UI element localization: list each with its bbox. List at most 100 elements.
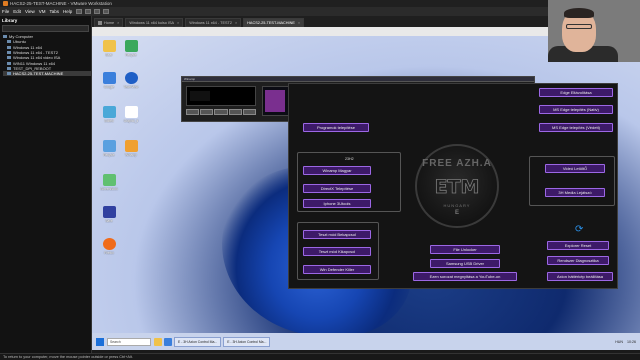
desktop-icon[interactable]: Save <box>96 206 122 223</box>
win-defender-killer-button[interactable]: Win Defender Killer <box>303 265 371 274</box>
computer-icon <box>3 35 7 39</box>
tab-home[interactable]: Home × <box>94 18 124 27</box>
desktop-icon-label: Graphic_ti <box>123 119 139 123</box>
vm-icon <box>7 45 11 49</box>
webcam-person-glasses <box>566 24 592 29</box>
logo-country-text: HUNGARY <box>443 203 471 208</box>
tree-item-label: WIN11 Windows 11 x64 <box>13 60 56 66</box>
desktop-icon-label: Recycle <box>103 153 115 157</box>
open-youtube-series-button[interactable]: Ezen sorozat megnyitása a YouTube-on <box>413 272 517 281</box>
tree-item-label: HACS2-25-TEST-MACHINE <box>13 71 64 77</box>
desktop-icon-label: Recycle <box>125 53 137 57</box>
menu-view[interactable]: View <box>25 9 35 14</box>
vm-icon <box>7 66 11 70</box>
directx-install-button[interactable]: DirectX Telepítése <box>303 184 371 193</box>
library-tree: My Computer Ubuntu Windows 11 x64 Window… <box>0 34 91 77</box>
chrome-icon <box>102 72 116 84</box>
menu-vm[interactable]: VM <box>39 9 46 14</box>
desktop-icon[interactable]: Recycle <box>118 40 144 57</box>
webcam-overlay <box>548 0 640 62</box>
guest-taskbar: Search E - 3H Axion Control Ma... E - 3H… <box>92 333 640 350</box>
menu-file[interactable]: File <box>2 9 9 14</box>
desktop-icon-label: Firefox <box>104 251 114 255</box>
video-downloader-button[interactable]: Videó LetöltŐ <box>545 164 605 173</box>
vm-icon <box>7 40 11 44</box>
snapshot-icon[interactable] <box>85 9 92 14</box>
taskbar-search-input[interactable]: Search <box>107 337 151 346</box>
samsung-usb-driver-button[interactable]: Samsung USB Driver <box>430 259 500 268</box>
play-icon[interactable] <box>200 109 214 115</box>
tree-item-label: My Computer <box>9 34 34 40</box>
winamp-controls <box>186 109 257 115</box>
tab-vm[interactable]: Windows 11 x64 - TEST2 × <box>185 18 242 27</box>
desktop-icon[interactable]: TeamView <box>118 72 144 89</box>
desktop-icon-label: Bear <box>105 53 113 57</box>
power-icon[interactable] <box>76 9 83 14</box>
revert-icon[interactable] <box>94 9 101 14</box>
menu-edit[interactable]: Edit <box>13 9 21 14</box>
pause-icon[interactable] <box>214 109 228 115</box>
close-icon[interactable]: × <box>298 21 300 25</box>
desktop-icon-label: Edited <box>104 119 114 123</box>
firefox-icon <box>102 238 116 250</box>
programs-install-button[interactable]: Programok telepítése <box>303 123 369 132</box>
logo-main-text: ETM <box>434 176 480 199</box>
winamp-hungarian-button[interactable]: Winamp Magyar <box>303 166 371 175</box>
winamp-display <box>186 86 256 106</box>
system-diagnostics-button[interactable]: Rendszer Diagnosztika <box>547 256 609 265</box>
close-icon[interactable]: × <box>177 21 179 25</box>
window-title: HACS2-25-TEST-MACHINE - VMware Workstati… <box>10 1 112 6</box>
tab-label: Windows 11 x64 kulso ISA <box>129 20 175 25</box>
home-icon <box>98 20 102 25</box>
winamp-titlebar[interactable]: Winamp <box>182 77 534 82</box>
tab-vm-active[interactable]: HACS2-25-TEST-MACHINE × <box>243 18 305 27</box>
tab-label: Home <box>104 20 115 25</box>
logo-sub-text: E <box>454 210 459 216</box>
app-icon <box>102 174 116 186</box>
language-indicator[interactable]: HUN <box>615 340 623 344</box>
album-art <box>265 90 285 112</box>
iphone-3utools-button[interactable]: Iphone 3Utools <box>303 199 371 208</box>
desktop-icon[interactable]: ScreenBook <box>96 174 122 191</box>
desktop-icon[interactable]: Firefox <box>96 238 122 255</box>
explorer-reset-button[interactable]: Explorer Reset <box>547 241 609 250</box>
taskbar-task[interactable]: E - 3H Axion Control Ma... <box>223 336 271 347</box>
edge-install-protected-button[interactable]: MS Edge telepítés (Védett) <box>539 123 613 132</box>
teamviewer-icon <box>124 72 138 84</box>
vm-icon <box>7 51 11 55</box>
axion-wallpaper-button[interactable]: Axion háttérkép beállítása <box>547 272 613 281</box>
close-icon[interactable]: × <box>117 21 119 25</box>
save-icon <box>102 206 116 218</box>
desktop-icon[interactable]: Graphic_ti <box>118 106 144 123</box>
menu-bar: File Edit View VM Tabs Help <box>0 7 640 16</box>
file-unlocker-button[interactable]: File Unlocker <box>430 245 500 254</box>
winamp-icon <box>124 140 138 152</box>
tab-vm[interactable]: Windows 11 x64 kulso ISA × <box>125 18 184 27</box>
windows-start-icon[interactable] <box>96 337 104 346</box>
visualizer-scope <box>190 91 210 101</box>
vmware-logo-icon <box>3 1 8 6</box>
menu-tabs[interactable]: Tabs <box>49 9 59 14</box>
edge-install-native-button[interactable]: MS Edge telepítés (Natív) <box>539 105 613 114</box>
file-explorer-icon[interactable] <box>154 337 162 346</box>
library-panel: Library My Computer Ubuntu Windows 11 x6… <box>0 16 92 353</box>
tree-item-vm-selected[interactable]: HACS2-25-TEST-MACHINE <box>3 71 91 77</box>
previous-icon[interactable] <box>186 109 200 115</box>
library-search-input[interactable] <box>2 25 89 32</box>
etm-logo: FREE AZH.A ETM HUNGARY E <box>415 144 499 228</box>
taskbar-task[interactable]: E - 3H Axion Control Ma... <box>174 336 222 347</box>
fullscreen-icon[interactable] <box>103 9 110 14</box>
close-icon[interactable]: × <box>235 21 237 25</box>
system-tray: HUN 10:26 <box>615 340 636 344</box>
tree-item-label: Windows 11 x64 <box>13 44 43 50</box>
test-mode-on-button[interactable]: Teszt mód Bekapcsol <box>303 230 371 239</box>
media-player-button[interactable]: 3H Media Lejátszó <box>545 188 605 197</box>
edge-remove-button[interactable]: Edge Eltávolítása <box>539 88 613 97</box>
edge-icon[interactable] <box>164 337 172 346</box>
next-icon[interactable] <box>242 109 257 115</box>
desktop-icon[interactable]: Winamp <box>118 140 144 157</box>
test-mode-off-button[interactable]: Teszt mód Kikapcsol <box>303 247 371 256</box>
menu-help[interactable]: Help <box>63 9 72 14</box>
stop-icon[interactable] <box>228 109 242 115</box>
clock[interactable]: 10:26 <box>627 340 636 344</box>
